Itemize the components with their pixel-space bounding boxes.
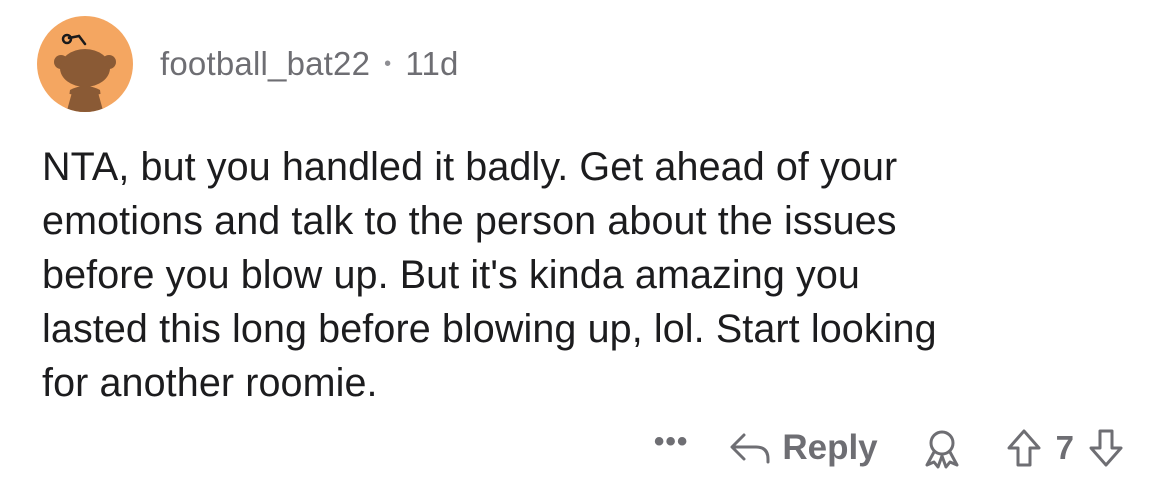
vote-controls: 7 (1006, 428, 1124, 468)
comment-header: football_bat22 • 11d (37, 16, 459, 112)
comment-actions: ••• Reply 7 (654, 420, 1124, 476)
snoo-avatar-icon (54, 33, 116, 112)
username-link[interactable]: football_bat22 (160, 45, 370, 83)
more-options-button[interactable]: ••• (654, 427, 689, 457)
comment-meta: football_bat22 • 11d (160, 45, 459, 83)
reply-button[interactable]: Reply (728, 428, 878, 468)
reply-arrow-icon (728, 430, 772, 466)
avatar[interactable] (37, 16, 133, 112)
downvote-arrow-icon[interactable] (1088, 428, 1124, 468)
comment: football_bat22 • 11d NTA, but you handle… (0, 0, 1170, 491)
meta-separator: • (384, 52, 392, 75)
upvote-arrow-icon[interactable] (1006, 428, 1042, 468)
comment-body: NTA, but you handled it badly. Get ahead… (42, 145, 937, 405)
vote-count: 7 (1055, 429, 1074, 466)
award-button[interactable] (920, 426, 964, 470)
comment-age: 11d (405, 45, 459, 82)
award-icon (920, 426, 964, 470)
reply-label: Reply (782, 428, 878, 467)
